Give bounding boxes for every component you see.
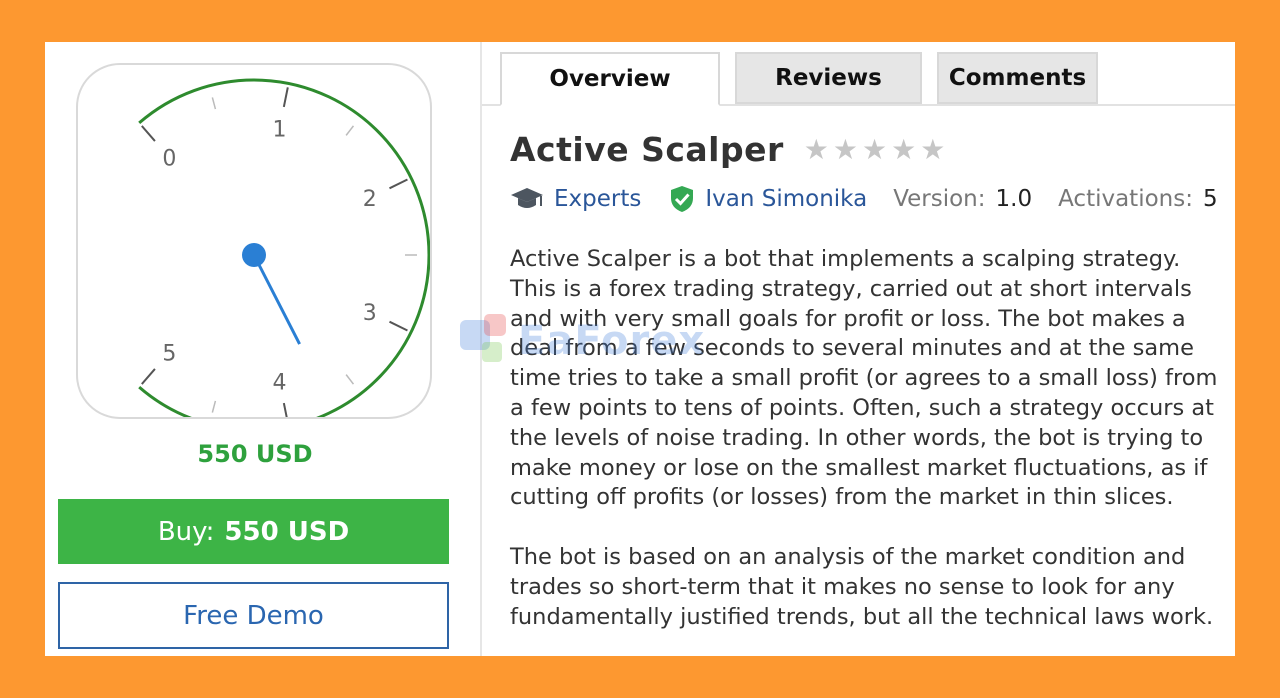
gauge-major-tick xyxy=(389,320,408,332)
gauge-needle xyxy=(252,254,301,345)
gauge-label: 3 xyxy=(363,301,377,326)
star-icon[interactable]: ★ xyxy=(804,135,829,164)
gauge-minor-tick xyxy=(345,374,355,385)
product-sidebar: 0 1 2 3 4 5 550 USD Buy: 550 USD Free Demo xyxy=(45,42,482,656)
rating-stars[interactable]: ★ ★ ★ ★ ★ xyxy=(804,135,946,164)
description-paragraph: The bot is based on an analysis of the m… xyxy=(510,543,1214,630)
tab-overview[interactable]: Overview xyxy=(500,52,720,106)
product-description: Active Scalper is a bot that implements … xyxy=(510,245,1230,632)
author-link[interactable]: Ivan Simonika xyxy=(705,186,867,212)
verified-shield-icon xyxy=(669,185,695,213)
gauge-major-tick xyxy=(141,125,156,142)
product-details: Overview Reviews Comments Active Scalper… xyxy=(482,42,1235,656)
tab-reviews[interactable]: Reviews xyxy=(735,52,922,104)
gauge-label: 1 xyxy=(272,118,286,143)
description-paragraph: Active Scalper is a bot that implements … xyxy=(510,246,1218,511)
free-demo-button[interactable]: Free Demo xyxy=(58,582,449,649)
buy-button-amount: 550 USD xyxy=(224,516,350,547)
star-icon[interactable]: ★ xyxy=(862,135,887,164)
gauge-label: 5 xyxy=(162,341,176,366)
gauge-label: 2 xyxy=(363,187,377,212)
tab-comments[interactable]: Comments xyxy=(937,52,1098,104)
category-link[interactable]: Experts xyxy=(554,186,641,212)
gauge-hub xyxy=(242,243,266,267)
title-row: Active Scalper ★ ★ ★ ★ ★ xyxy=(510,130,945,169)
gauge-minor-tick xyxy=(345,125,355,136)
gauge-major-tick xyxy=(282,402,288,417)
gauge-major-tick xyxy=(282,87,289,108)
version-value: 1.0 xyxy=(995,186,1033,212)
graduation-cap-icon xyxy=(510,185,544,213)
product-price: 550 USD xyxy=(197,440,313,468)
product-meta: Experts Ivan Simonika Version: 1.0 Activ… xyxy=(510,185,1218,213)
star-icon[interactable]: ★ xyxy=(833,135,858,164)
star-icon[interactable]: ★ xyxy=(920,135,945,164)
product-card: 0 1 2 3 4 5 550 USD Buy: 550 USD Free Demo Ov… xyxy=(45,42,1235,656)
gauge-major-tick xyxy=(141,368,156,385)
gauge-minor-tick xyxy=(211,400,217,413)
product-title: Active Scalper xyxy=(510,130,784,169)
gauge-icon: 0 1 2 3 4 5 xyxy=(138,78,430,417)
star-icon[interactable]: ★ xyxy=(891,135,916,164)
gauge-minor-tick xyxy=(211,97,217,110)
gauge-label: 4 xyxy=(272,370,286,395)
gauge-major-tick xyxy=(389,178,408,190)
buy-button-label: Buy: xyxy=(157,516,215,547)
tab-bar: Overview Reviews Comments xyxy=(482,42,1235,106)
gauge-label: 0 xyxy=(162,147,176,172)
activations-value: 5 xyxy=(1202,186,1218,212)
buy-button[interactable]: Buy: 550 USD xyxy=(58,499,449,564)
product-image: 0 1 2 3 4 5 xyxy=(76,63,432,419)
version-label: Version: xyxy=(893,186,986,212)
activations-label: Activations: xyxy=(1058,186,1193,212)
